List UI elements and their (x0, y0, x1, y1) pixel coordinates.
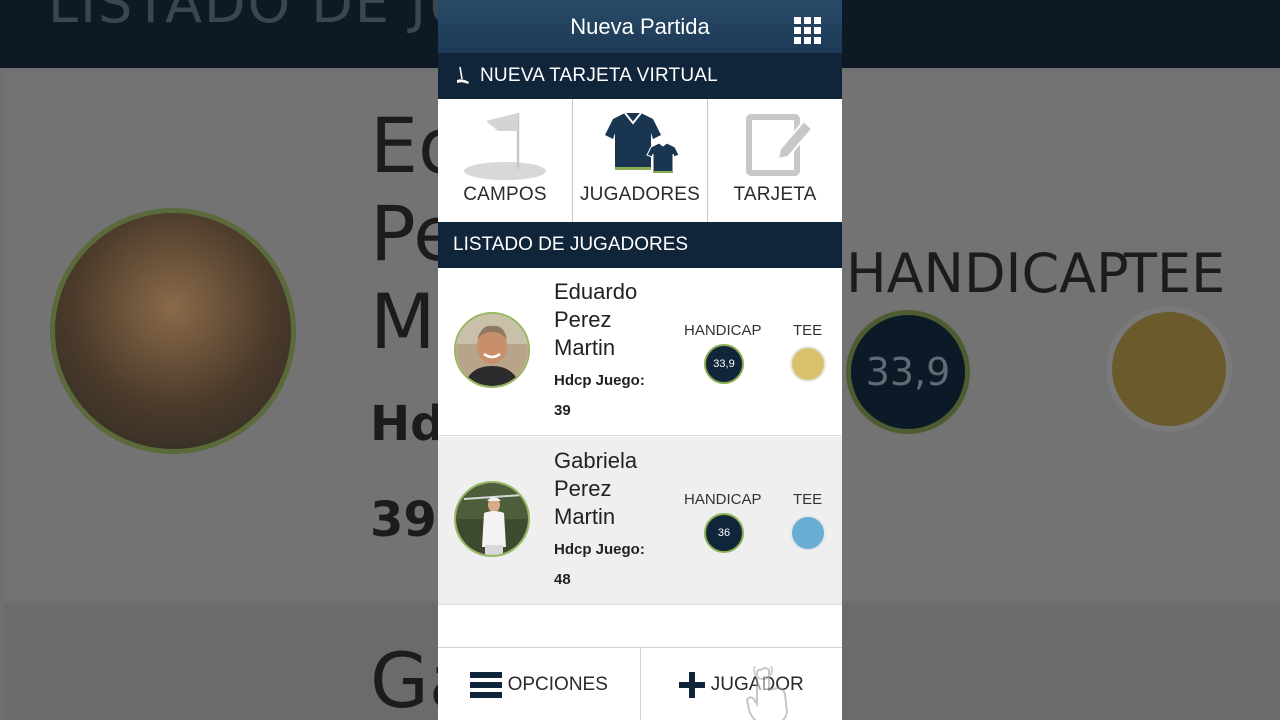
hdcp-juego-label: Hdcp Juego: (554, 541, 645, 558)
tee-color-circle[interactable] (790, 346, 826, 382)
options-label: OPCIONES (507, 673, 608, 695)
bottom-bar: OPCIONES JUGADOR (438, 647, 842, 720)
tap-hand-icon (745, 666, 788, 720)
handicap-value[interactable]: 36 (704, 513, 744, 553)
edit-card-icon (746, 114, 814, 176)
tee-label: TEE (793, 491, 823, 508)
handicap-value[interactable]: 33,9 (704, 344, 744, 384)
hdcp-juego: Hdcp Juego: 39 (554, 366, 674, 426)
section-header: LISTADO DE JUGADORES (438, 222, 842, 268)
background-name-line: M (370, 277, 436, 366)
avatar (454, 481, 530, 557)
player-row[interactable]: Gabriela Perez Martin Hdcp Juego: 48 HAN… (438, 437, 842, 605)
app-bar: Nueva Partida (438, 0, 842, 53)
subheader-title: NUEVA TARJETA VIRTUAL (480, 65, 718, 86)
player-name-line: Perez (554, 307, 612, 332)
golf-putter-icon (457, 66, 469, 84)
menu-icon (469, 671, 502, 698)
hdcp-juego-label: Hdcp Juego: (554, 372, 645, 389)
add-player-button[interactable]: JUGADOR (641, 648, 843, 720)
tab-jugadores[interactable]: JUGADORES (573, 99, 708, 222)
background-tee-circle (1112, 312, 1226, 426)
hdcp-juego-value: 39 (554, 402, 571, 419)
player-name: Gabriela Perez Martin (554, 447, 674, 531)
player-name-line: Martin (554, 335, 616, 360)
player-name-line: Gabriela (554, 448, 638, 473)
tab-tarjeta[interactable]: TARJETA (708, 99, 842, 222)
tee-color-circle[interactable] (790, 515, 826, 551)
handicap-label: HANDICAP (684, 491, 762, 508)
player-row[interactable]: Eduardo Perez Martin Hdcp Juego: 39 HAND… (438, 268, 842, 436)
avatar (454, 312, 530, 388)
grid-icon[interactable] (794, 17, 822, 45)
tab-campos-label: CAMPOS (463, 184, 547, 205)
options-button[interactable]: OPCIONES (438, 648, 641, 720)
background-handicap-label: HANDICAP (846, 242, 1129, 305)
subheader: NUEVA TARJETA VIRTUAL (438, 53, 842, 99)
background-tee-label: TEE (1124, 242, 1226, 305)
hdcp-juego: Hdcp Juego: 48 (554, 535, 674, 595)
tab-bar: CAMPOS JUGADORES TARJETA (438, 99, 842, 222)
golf-flag-icon (464, 113, 546, 180)
polo-shirts-icon (605, 112, 680, 174)
player-name-line: Eduardo (554, 279, 638, 304)
background-handicap-value: 33,9 (846, 310, 970, 434)
section-title: LISTADO DE JUGADORES (453, 234, 689, 255)
tee-label: TEE (793, 322, 823, 339)
hdcp-juego-value: 48 (554, 571, 571, 588)
tab-tarjeta-label: TARJETA (733, 184, 817, 205)
plus-icon (678, 671, 705, 698)
handicap-label: HANDICAP (684, 322, 762, 339)
player-name-line: Perez (554, 476, 612, 501)
tab-jugadores-label: JUGADORES (579, 184, 701, 205)
background-avatar (50, 208, 296, 454)
player-name-line: Martin (554, 504, 616, 529)
phone-screen: Nueva Partida NUEVA TARJETA VIRTUAL CAMP… (438, 0, 842, 720)
background-hdcp-value: 39 (370, 492, 437, 548)
page-title: Nueva Partida (570, 14, 710, 39)
player-name: Eduardo Perez Martin (554, 278, 674, 362)
tab-campos[interactable]: CAMPOS (438, 99, 573, 222)
